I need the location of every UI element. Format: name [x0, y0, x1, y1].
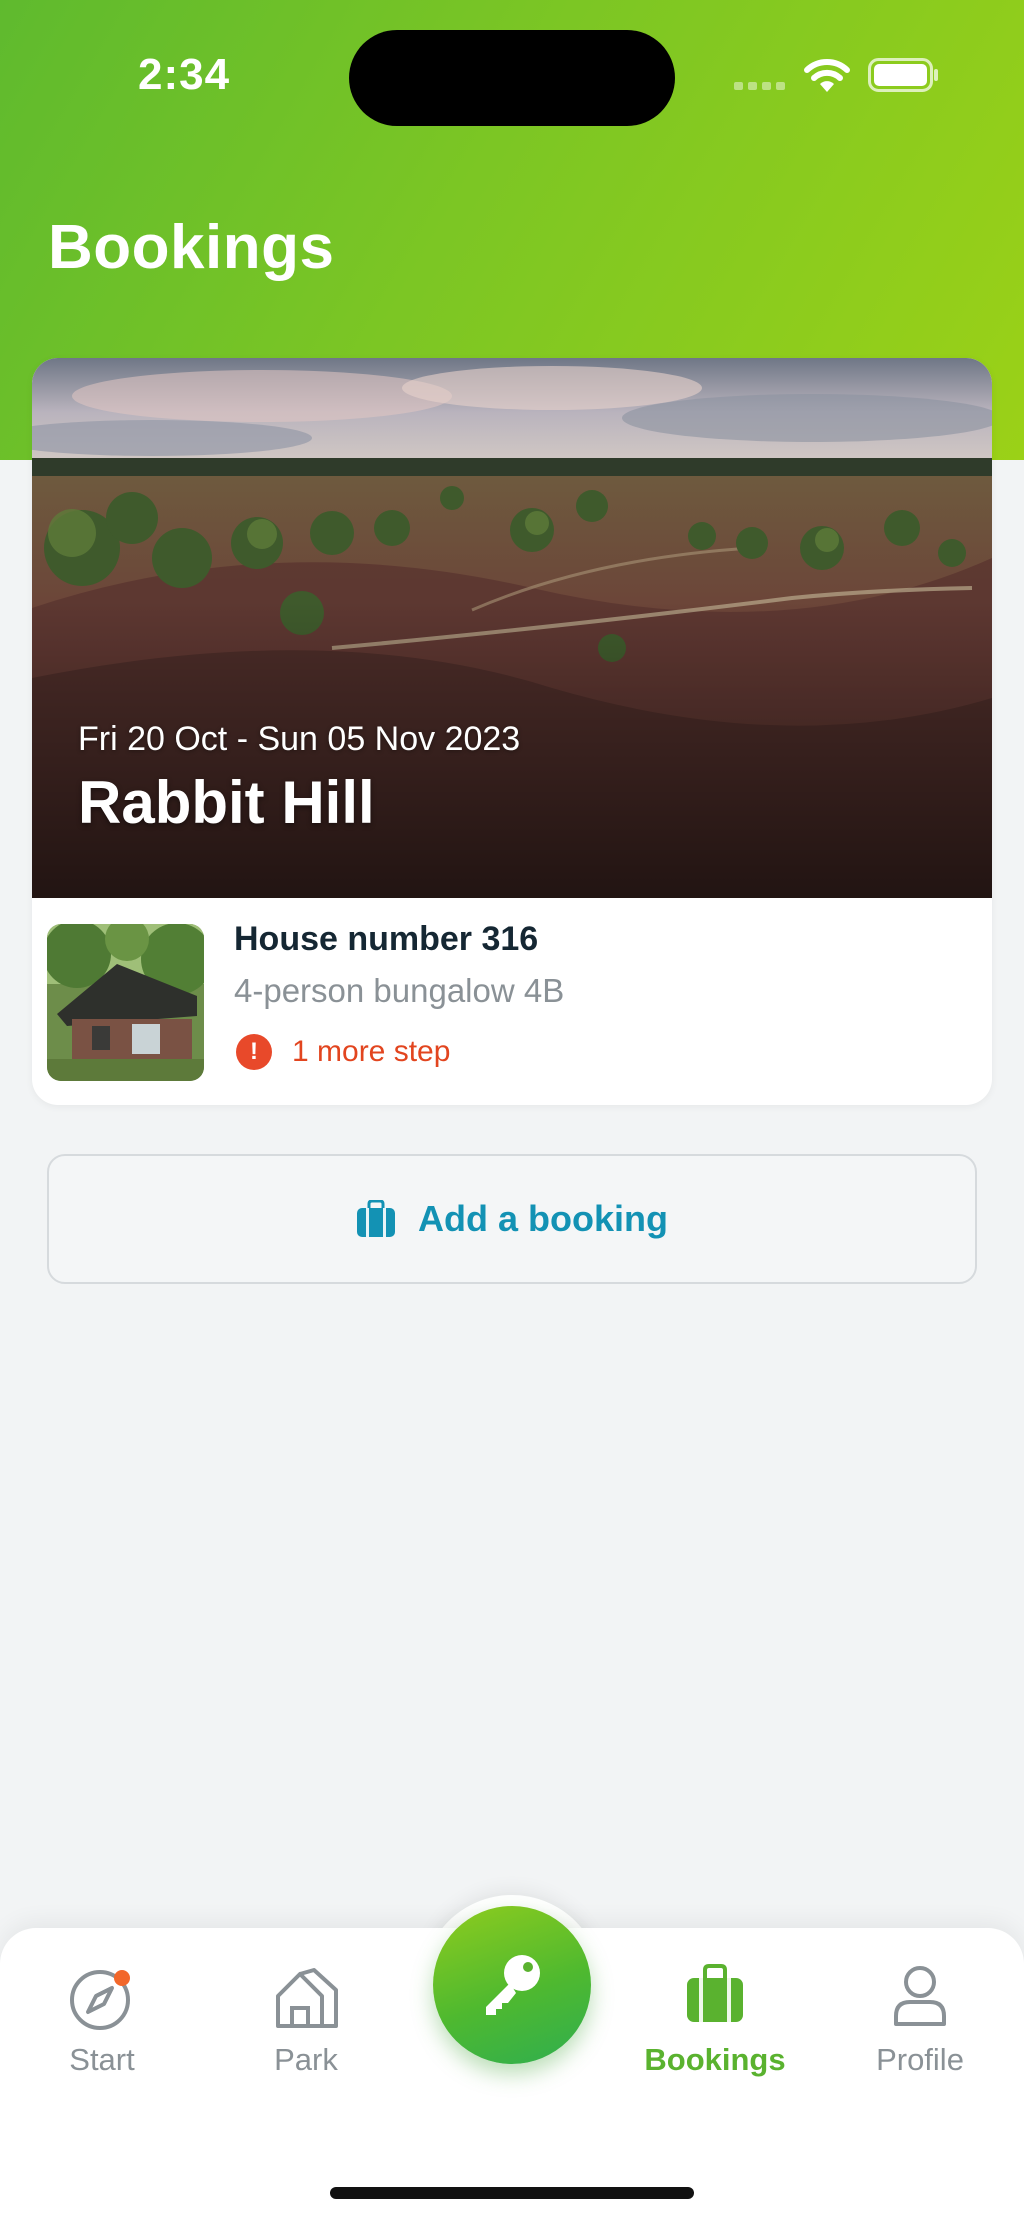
- tab-bookings[interactable]: Bookings: [625, 1960, 805, 2100]
- booking-card[interactable]: Fri 20 Oct - Sun 05 Nov 2023 Rabbit Hill…: [32, 358, 992, 1105]
- cellular-signal-icon: [734, 82, 786, 90]
- key-icon: [486, 1955, 540, 2015]
- page-title: Bookings: [48, 213, 335, 282]
- battery-icon: [868, 58, 938, 92]
- status-text: 1 more step: [292, 1035, 451, 1068]
- dynamic-island: [349, 30, 675, 126]
- tab-profile[interactable]: Profile: [830, 1960, 1010, 2100]
- suitcase-icon: [687, 1964, 743, 2022]
- house-type: 4-person bungalow 4B: [234, 972, 565, 1009]
- compass-icon: [70, 1970, 130, 2030]
- tab-park[interactable]: Park: [216, 1960, 396, 2100]
- house-title: House number 316: [234, 920, 539, 958]
- bungalow-thumbnail: [47, 924, 204, 1081]
- park-name: Rabbit Hill: [78, 769, 375, 836]
- accommodation-row[interactable]: House number 316 4-person bungalow 4B ! …: [32, 898, 992, 1105]
- tab-label-start: Start: [69, 2042, 135, 2077]
- home-indicator: [330, 2187, 694, 2199]
- wifi-icon: [804, 59, 850, 92]
- booking-dates: Fri 20 Oct - Sun 05 Nov 2023: [78, 720, 521, 758]
- key-button[interactable]: [433, 1906, 591, 2064]
- add-booking-button[interactable]: Add a booking: [47, 1154, 977, 1284]
- person-icon: [894, 1966, 946, 2026]
- add-booking-label: Add a booking: [418, 1198, 668, 1239]
- exclamation-circle-icon: !: [236, 1034, 272, 1070]
- tab-label-bookings: Bookings: [644, 2042, 786, 2077]
- notification-dot: [114, 1970, 130, 1986]
- status-time: 2:34: [138, 50, 231, 99]
- tab-start[interactable]: Start: [12, 1960, 192, 2100]
- status-bar: 2:34: [0, 0, 1024, 150]
- tab-label-park: Park: [274, 2042, 338, 2077]
- suitcase-icon: [357, 1200, 395, 1237]
- park-hero-image: Fri 20 Oct - Sun 05 Nov 2023 Rabbit Hill: [32, 358, 992, 898]
- house-icon: [276, 1968, 338, 2028]
- tab-label-profile: Profile: [876, 2042, 964, 2077]
